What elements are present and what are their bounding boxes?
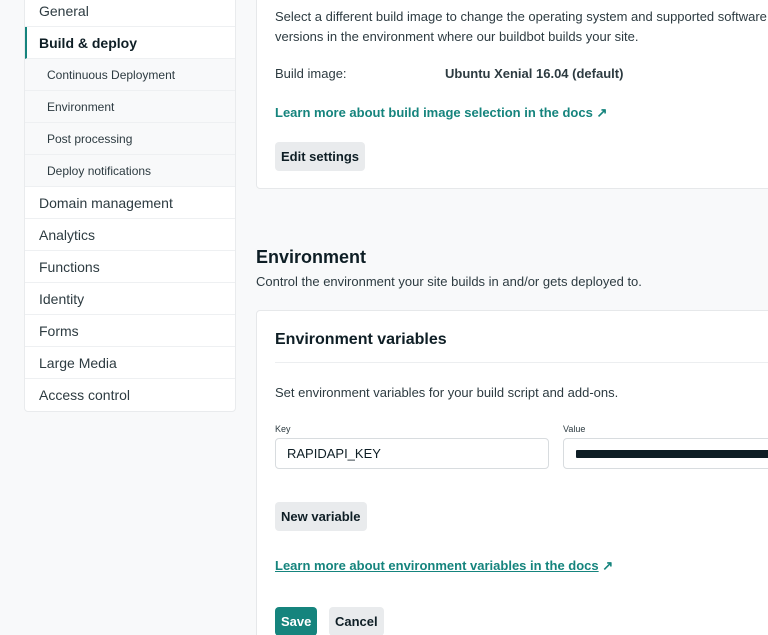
sidebar-item-label: General [39, 2, 89, 19]
environment-variables-description: Set environment variables for your build… [275, 385, 619, 400]
external-link-icon: ↗ [602, 558, 614, 573]
sidebar-subitem-continuous-deployment[interactable]: Continuous Deployment [25, 59, 235, 91]
sidebar-item-domain-management[interactable]: Domain management [25, 187, 235, 219]
sidebar-item-analytics[interactable]: Analytics [25, 219, 235, 251]
environment-section-description: Control the environment your site builds… [256, 274, 642, 289]
sidebar-item-label: Functions [39, 258, 100, 275]
build-image-label: Build image: [275, 66, 347, 81]
card-divider [275, 362, 768, 363]
save-button[interactable]: Save [275, 607, 318, 635]
redacted-value-mask [576, 450, 768, 458]
sidebar-item-label: Access control [39, 387, 131, 403]
sidebar-item-access-control[interactable]: Access control [25, 379, 235, 411]
build-image-card: Select a different build image to change… [256, 0, 768, 189]
new-variable-button[interactable]: New variable [275, 502, 367, 531]
sidebar-item-label: Deploy notifications [47, 163, 152, 178]
sidebar-subitem-post-processing[interactable]: Post processing [25, 123, 235, 155]
sidebar-item-label: Environment [47, 99, 115, 114]
settings-sidebar: General Build & deploy Continuous Deploy… [24, 0, 236, 412]
environment-variables-title: Environment variables [275, 331, 447, 348]
sidebar-item-label: Analytics [39, 226, 96, 243]
sidebar-subitem-deploy-notifications[interactable]: Deploy notifications [25, 155, 235, 187]
environment-section-title: Environment [256, 247, 367, 267]
sidebar-item-label: Forms [39, 322, 79, 339]
sidebar-item-label: Large Media [39, 354, 117, 371]
build-image-description-line-2: versions in the environment where our bu… [275, 29, 639, 44]
cancel-button[interactable]: Cancel [329, 607, 384, 635]
env-variables-docs-link-text: Learn more about environment variables i… [275, 558, 599, 573]
sidebar-item-label: Build & deploy [39, 34, 137, 51]
value-field-label: Value [563, 424, 586, 434]
sidebar-item-label: Identity [39, 290, 85, 307]
env-value-input-masked[interactable] [563, 438, 768, 469]
sidebar-item-label: Continuous Deployment [47, 67, 176, 82]
sidebar-item-identity[interactable]: Identity [25, 283, 235, 315]
sidebar-item-build-deploy[interactable]: Build & deploy [25, 27, 235, 59]
build-image-value: Ubuntu Xenial 16.04 (default) [445, 66, 624, 81]
sidebar-item-forms[interactable]: Forms [25, 315, 235, 347]
env-key-input[interactable] [275, 438, 549, 469]
environment-variables-card: Environment variables Set environment va… [256, 310, 768, 635]
sidebar-subitem-environment[interactable]: Environment [25, 91, 235, 123]
key-field-label: Key [275, 424, 291, 434]
sidebar-item-label: Post processing [47, 131, 133, 146]
sidebar-item-label: Domain management [39, 194, 173, 211]
sidebar-item-functions[interactable]: Functions [25, 251, 235, 283]
edit-settings-button[interactable]: Edit settings [275, 142, 366, 171]
sidebar-item-large-media[interactable]: Large Media [25, 347, 235, 379]
build-image-description-line-1: Select a different build image to change… [275, 9, 767, 24]
site-settings-page: General Build & deploy Continuous Deploy… [0, 0, 768, 635]
build-image-docs-link[interactable]: Learn more about build image selection i… [275, 105, 607, 121]
sidebar-item-general[interactable]: General [25, 0, 235, 27]
env-variables-docs-link[interactable]: Learn more about environment variables i… [275, 558, 613, 574]
